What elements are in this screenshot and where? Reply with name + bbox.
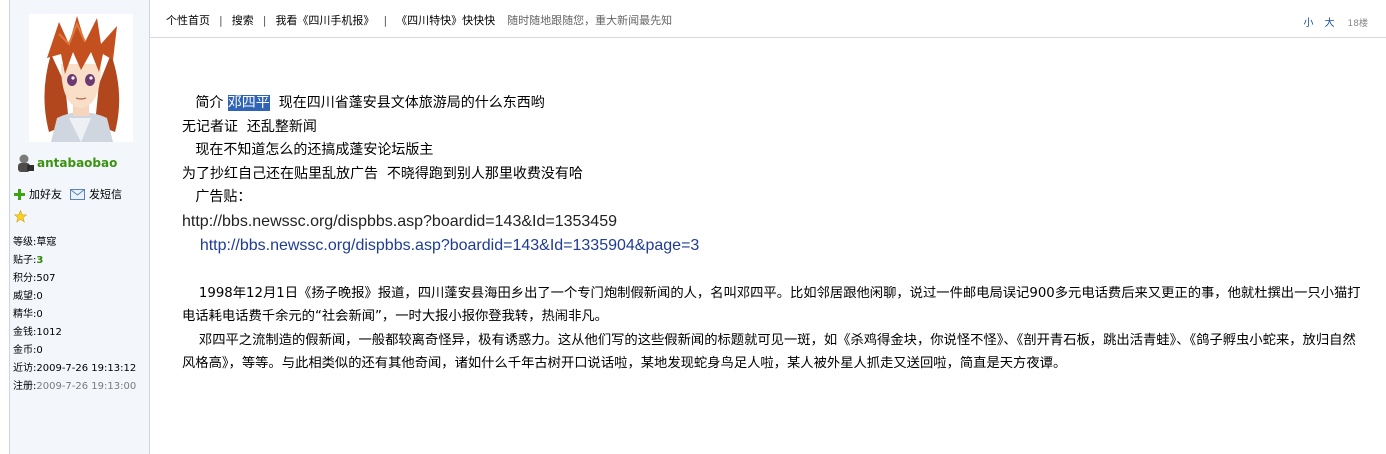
stat-gold: 金币:0 [13,345,43,356]
stat-money: 金钱:1012 [13,327,62,338]
post-line: 为了抄红自己还在贴里乱放广告 不晓得跑到别人那里收费没有哈 [182,165,583,182]
stat-registered: 注册:2009-7-26 19:13:00 [13,381,137,392]
nav-mobile-paper-link[interactable]: 我看《四川手机报》 [275,14,374,27]
add-friend-button[interactable]: 加好友 [14,186,62,202]
post-toolbar: 个性首页 | 搜索 | 我看《四川手机报》 | 《四川特快》快快快 随时随地跟随您，重大新闻最… [150,0,1386,38]
envelope-icon [70,188,85,200]
avatar-anime-girl-icon [29,14,133,142]
story-paragraph: 1998年12月1日《扬子晚报》报道，四川蓬安县海田乡出了一个专门炮制假新闻的人… [182,282,1362,329]
username-row: antabaobao [14,152,117,174]
nav-separator: | [262,14,267,27]
post-line: 简介 邓四平 现在四川省蓬安县文体旅游局的什么东西哟 [182,92,1362,116]
send-message-label: 发短信 [89,188,122,201]
send-message-button[interactable]: 发短信 [70,186,122,202]
nav-express-link[interactable]: 《四川特快》快快快 [396,14,495,27]
stat-last-visit: 近访:2009-7-26 19:13:12 [13,363,137,374]
font-size-tools: 小大 18楼 [1304,14,1368,29]
stat-points: 积分:507 [13,273,56,284]
username[interactable]: antabaobao [37,156,117,170]
avatar[interactable] [29,14,133,142]
nav-search-link[interactable]: 搜索 [232,14,254,27]
stat-prestige: 威望:0 [13,291,43,302]
nav-home-link[interactable]: 个性首页 [166,14,210,27]
story-text-2: 邓四平之流制造的假新闻，一般都较离奇怪异，极有诱惑力。这从他们写的这些假新闻的标… [182,332,1356,372]
user-panel: antabaobao 加好友 发短信 等级:草寇 贴子:3 积分:507 威望:… [9,0,150,454]
intro-rest: 现在四川省蓬安县文体旅游局的什么东西哟 [269,95,545,111]
add-friend-label: 加好友 [29,188,62,201]
nav-slogan: 随时随地跟随您，重大新闻最先知 [507,14,673,27]
story-text-1: 1998年12月1日《扬子晚报》报道，四川蓬安县海田乡出了一个专门炮制假新闻的人… [182,285,1361,325]
star-icon [13,209,28,223]
nav-links: 个性首页 | 搜索 | 我看《四川手机报》 | 《四川特快》快快快 随时随地跟随您，重大新闻最… [166,12,672,28]
stat-level: 等级:草寇 [13,237,57,248]
font-small-button[interactable]: 小 [1304,18,1314,29]
user-gender-icon [18,154,34,172]
user-actions: 加好友 发短信 [14,186,122,202]
highlighted-name: 邓四平 [227,95,270,111]
post-content: 简介 邓四平 现在四川省蓬安县文体旅游局的什么东西哟 无记者证 还乱整新闻 现在… [182,92,1362,376]
user-stats: 等级:草寇 贴子:3 积分:507 威望:0 精华:0 金钱:1012 金币:0… [13,234,149,396]
floor-number: 18楼 [1347,19,1368,29]
ad-url-text: http://bbs.newssc.org/dispbbs.asp?boardi… [182,212,617,230]
story-paragraph: 邓四平之流制造的假新闻，一般都较离奇怪异，极有诱惑力。这从他们写的这些假新闻的标… [182,329,1362,376]
post-line: 现在不知道怎么的还搞成蓬安论坛版主 [182,142,434,158]
rank-stars [13,208,28,227]
nav-separator: | [383,14,388,27]
post-line: 广告贴： [182,189,252,205]
post-line: http://bbs.newssc.org/dispbbs.asp?boardi… [182,234,1362,259]
plus-icon [14,188,25,200]
ad-url-link[interactable]: http://bbs.newssc.org/dispbbs.asp?boardi… [200,237,700,254]
nav-separator: | [219,14,223,27]
stat-essence: 精华:0 [13,309,43,320]
font-large-button[interactable]: 大 [1325,18,1335,29]
intro-prefix: 简介 [182,95,228,111]
news-story: 1998年12月1日《扬子晚报》报道，四川蓬安县海田乡出了一个专门炮制假新闻的人… [182,282,1362,376]
post-line: 无记者证 还乱整新闻 [182,118,317,135]
stat-posts: 贴子:3 [13,255,44,266]
post-line: http://bbs.newssc.org/dispbbs.asp?boardi… [182,210,1362,235]
